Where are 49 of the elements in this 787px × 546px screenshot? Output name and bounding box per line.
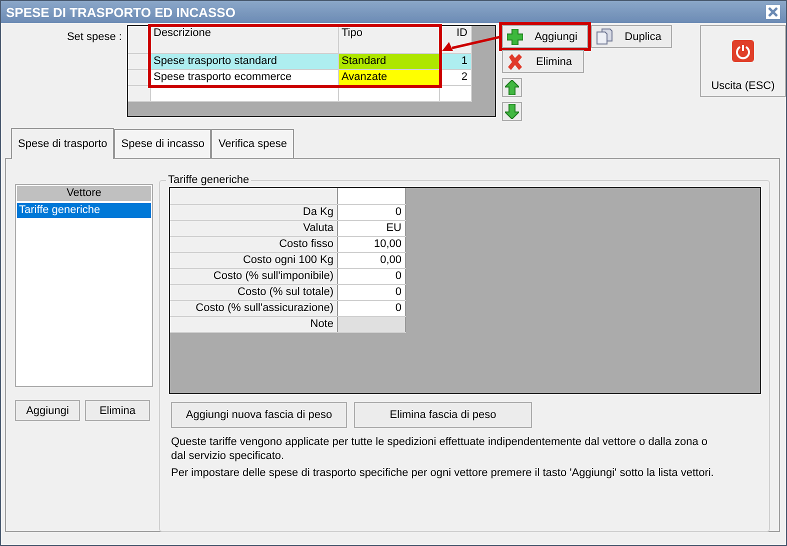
duplicate-button[interactable]: Duplica	[591, 25, 672, 48]
list-item[interactable]: Tariffe generiche	[17, 203, 151, 218]
tab[interactable]: Verifica spese	[211, 129, 294, 158]
down-arrow-icon	[505, 104, 519, 119]
value-cell: 0	[337, 268, 405, 284]
table-cell: Spese trasporto standard	[150, 53, 338, 69]
column-header: Descrizione	[150, 26, 338, 53]
exit-button[interactable]: Uscita (ESC)	[700, 25, 786, 97]
delete-button[interactable]: Elimina	[85, 400, 150, 421]
tab[interactable]: Spese di incasso	[114, 129, 212, 158]
window-title: SPESE DI TRASPORTO ED INCASSO	[6, 4, 236, 20]
value-cell: 0	[337, 284, 405, 300]
value-cell: 0	[337, 300, 405, 316]
info-text: Queste tariffe vengono applicate per tutte le spedizioni effettuate indipendentemente dal vettore o dalla zona o dal servizio specificato.	[171, 435, 709, 463]
field-label: Set spese :	[66, 30, 122, 45]
row-label: Costo (% sull'assicurazione)	[170, 300, 337, 316]
row-label: Valuta	[170, 220, 337, 236]
delete-weight-band-button[interactable]: Elimina fascia di peso	[354, 402, 532, 428]
row-label: Costo (% sull'imponibile)	[170, 268, 337, 284]
value-cell: 0,00	[337, 252, 405, 268]
add-button[interactable]: Aggiungi	[15, 400, 80, 421]
value-cell	[337, 316, 405, 332]
close-button[interactable]	[766, 5, 780, 19]
move-up-button[interactable]	[502, 78, 522, 97]
tab[interactable]: Spese di trasporto	[11, 128, 114, 159]
power-icon	[732, 40, 754, 62]
row-label: Costo ogni 100 Kg	[170, 252, 337, 268]
move-down-button[interactable]	[502, 102, 522, 121]
column-header: Tipo	[338, 26, 439, 53]
row-label: Da Kg	[170, 204, 337, 220]
column-header: Vettore	[17, 186, 151, 201]
table-cell: Spese trasporto ecommerce	[150, 69, 338, 85]
value-cell: 10,00	[337, 236, 405, 252]
info-text: Per impostare delle spese di trasporto specifiche per ogni vettore premere il tasto 'Aggiungi' sotto la lista vettori.	[171, 466, 715, 480]
up-arrow-icon	[505, 80, 519, 95]
value-cell: 0	[337, 204, 405, 220]
delete-button[interactable]: Elimina	[502, 50, 584, 73]
group-title: Tariffe generiche	[167, 174, 250, 186]
add-weight-band-button[interactable]: Aggiungi nuova fascia di peso	[171, 402, 347, 428]
add-button[interactable]: Aggiungi	[502, 25, 588, 48]
type-cell: Avanzate	[338, 69, 439, 85]
row-label: Costo fisso	[170, 236, 337, 252]
row-label: Note	[170, 316, 337, 332]
plus-icon	[507, 28, 523, 44]
value-cell: EU	[337, 220, 405, 236]
copy-icon	[596, 28, 613, 45]
row-label: Costo (% sul totale)	[170, 284, 337, 300]
type-cell: Standard	[338, 53, 439, 69]
delete-icon	[507, 54, 523, 70]
